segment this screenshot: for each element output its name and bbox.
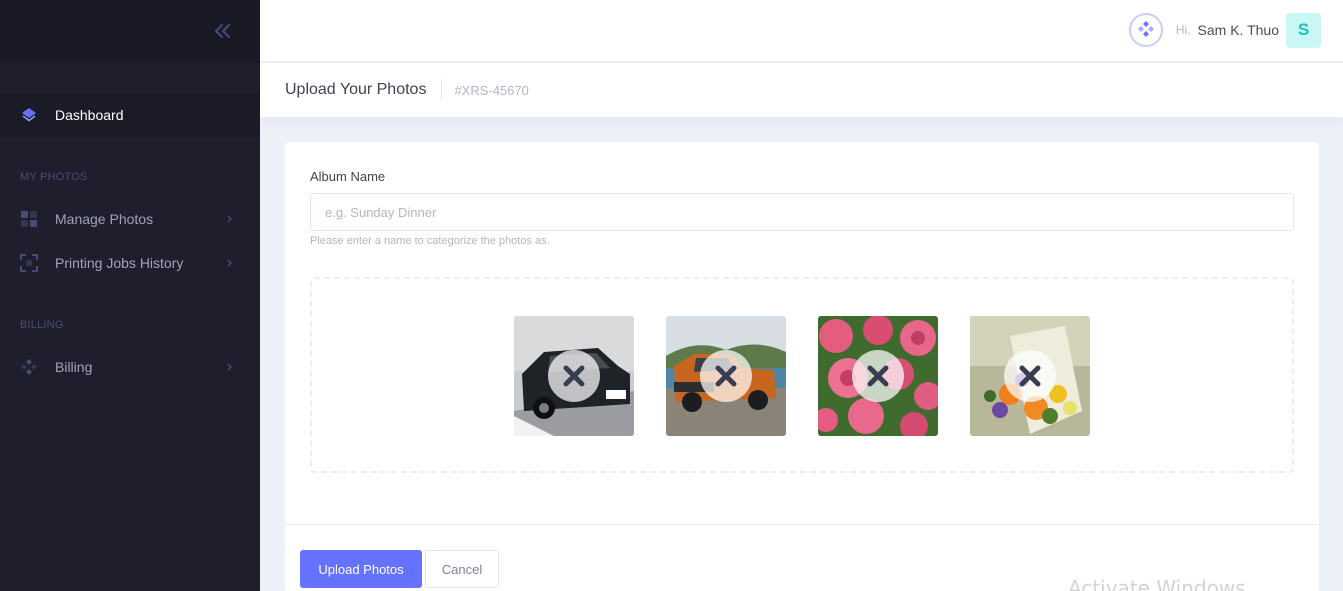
photo-thumbnail-black-car	[514, 316, 634, 436]
close-icon[interactable]	[548, 350, 600, 402]
app-logo-icon	[1128, 13, 1163, 47]
album-name-label: Album Name	[310, 169, 386, 184]
upload-photos-button[interactable]: Upload Photos	[300, 550, 422, 588]
page-title: Upload Your Photos	[285, 81, 427, 98]
subheader: Upload Your Photos #XRS-45670	[260, 63, 1343, 117]
sidebar-item-label: Billing	[55, 359, 93, 375]
section-title-billing: BILLING	[20, 319, 64, 331]
sidebar-item-billing[interactable]: Billing	[0, 345, 260, 389]
layers-icon	[20, 106, 38, 124]
sidebar-brand-bar	[0, 0, 260, 63]
user-menu[interactable]: Hi, Sam K. Thuo S	[1128, 12, 1321, 48]
diamond-cluster-icon	[20, 358, 38, 376]
sidebar-item-label: Printing Jobs History	[55, 255, 184, 271]
activate-windows-watermark: Activate Windows	[1068, 576, 1246, 591]
close-icon[interactable]	[700, 350, 752, 402]
chevron-right-icon	[226, 256, 234, 268]
photo-thumbnail-pink-roses	[818, 316, 938, 436]
sidebar: Dashboard MY PHOTOS Manage Photos Printi…	[0, 0, 260, 591]
subheader-divider	[441, 79, 443, 101]
section-title-my-photos: MY PHOTOS	[20, 171, 88, 183]
sidebar-item-dashboard[interactable]: Dashboard	[0, 93, 260, 137]
top-header: Hi, Sam K. Thuo S	[260, 0, 1343, 62]
card-footer-divider	[285, 524, 1319, 525]
album-name-input[interactable]	[310, 193, 1294, 231]
photo-thumbnail-flower-bouquet	[970, 316, 1090, 436]
double-chevron-left-icon[interactable]	[212, 20, 234, 42]
order-reference: #XRS-45670	[454, 82, 529, 98]
album-name-hint: Please enter a name to categorize the ph…	[310, 235, 550, 247]
grid-icon	[20, 210, 38, 228]
sidebar-item-printing-jobs-history[interactable]: Printing Jobs History	[0, 241, 260, 285]
chevron-right-icon	[226, 212, 234, 224]
photo-dropzone[interactable]	[310, 277, 1294, 473]
close-icon[interactable]	[1004, 350, 1056, 402]
sidebar-item-label: Manage Photos	[55, 211, 154, 227]
photo-thumbnail-orange-truck	[666, 316, 786, 436]
chevron-right-icon	[226, 360, 234, 372]
user-name: Sam K. Thuo	[1197, 22, 1279, 38]
cancel-button[interactable]: Cancel	[425, 550, 499, 588]
close-icon[interactable]	[852, 350, 904, 402]
upload-card: Album Name Please enter a name to catego…	[285, 142, 1319, 591]
sidebar-item-manage-photos[interactable]: Manage Photos	[0, 197, 260, 241]
frame-icon	[20, 254, 38, 272]
greeting-text: Hi,	[1175, 23, 1191, 37]
avatar[interactable]: S	[1286, 12, 1321, 48]
sidebar-item-label: Dashboard	[55, 107, 124, 123]
